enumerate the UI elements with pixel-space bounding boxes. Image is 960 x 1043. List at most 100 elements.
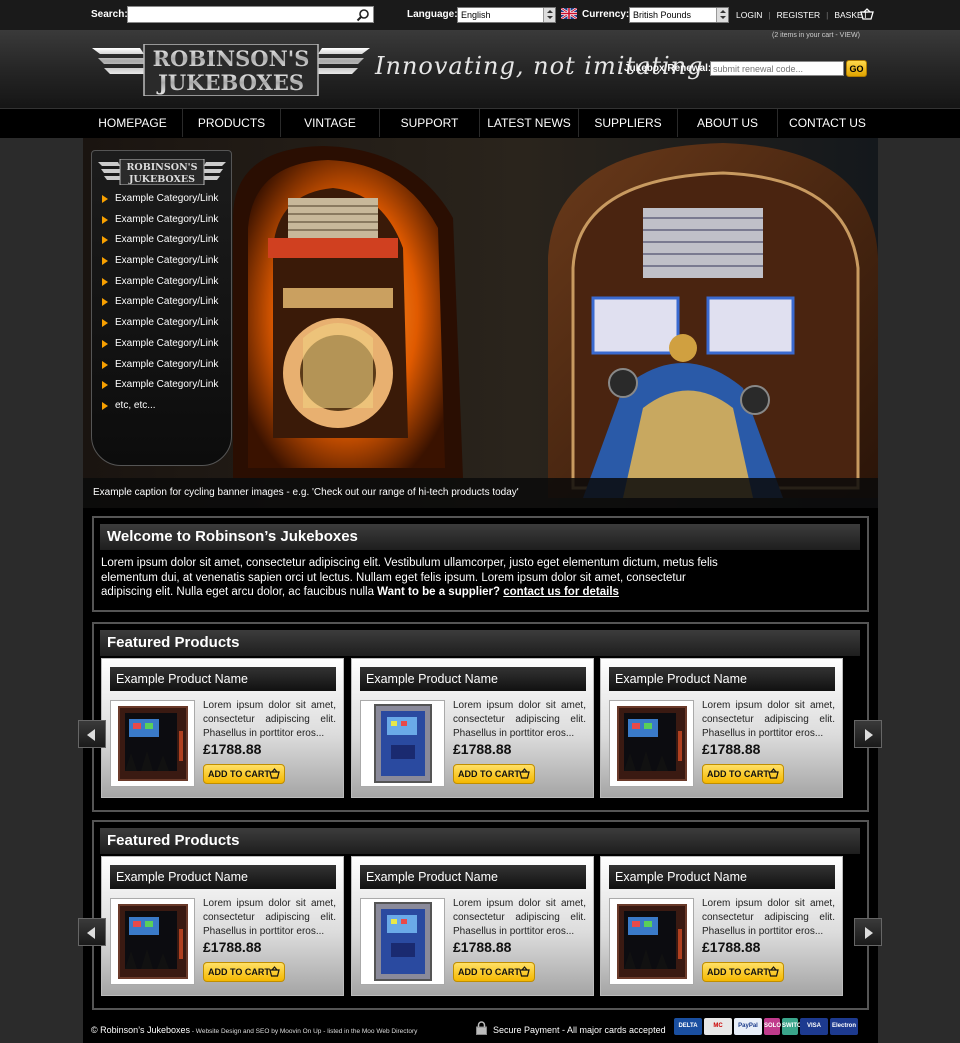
- category-link[interactable]: Example Category/Link: [102, 276, 218, 297]
- select-arrows-icon: [716, 8, 728, 22]
- basket-icon: [768, 768, 779, 779]
- search-input[interactable]: [128, 7, 353, 22]
- add-to-cart-button[interactable]: ADD TO CART: [453, 962, 535, 982]
- supplier-prompt: Want to be a supplier?: [377, 586, 501, 598]
- product-card[interactable]: Example Product Name Lorem ipsum dolor s…: [351, 658, 594, 798]
- currency-select[interactable]: British Pounds: [629, 7, 729, 23]
- product-image[interactable]: [360, 898, 445, 985]
- chevron-left-icon: [87, 927, 95, 939]
- carousel-next-button[interactable]: [854, 918, 882, 946]
- category-link[interactable]: Example Category/Link: [102, 193, 218, 214]
- switch-card-icon: SWITCH: [782, 1018, 806, 1035]
- cart-summary[interactable]: (2 items in your cart - VIEW): [772, 32, 860, 39]
- product-card[interactable]: Example Product Name Lorem ipsum dolor s…: [600, 856, 843, 996]
- banner-caption: Example caption for cycling banner image…: [83, 478, 878, 508]
- basket-icon[interactable]: [860, 8, 874, 20]
- add-to-cart-button[interactable]: ADD TO CART: [453, 764, 535, 784]
- add-to-cart-button[interactable]: ADD TO CART: [702, 764, 784, 784]
- category-label: Example Category/Link: [115, 193, 219, 204]
- sidebar-logo: ROBINSON'S JUKEBOXES: [98, 159, 226, 185]
- category-link[interactable]: Example Category/Link: [102, 338, 218, 359]
- renewal-code-input[interactable]: [710, 61, 844, 76]
- product-image[interactable]: [110, 898, 195, 985]
- contact-details-link[interactable]: contact us for details: [503, 586, 619, 598]
- nav-about-us[interactable]: ABOUT US: [678, 109, 778, 137]
- nav-homepage[interactable]: HOMEPAGE: [83, 109, 183, 137]
- nav-contact-us[interactable]: CONTACT US: [778, 109, 877, 137]
- mastercard-icon: MC: [704, 1018, 732, 1035]
- product-card[interactable]: Example Product Name Lorem ipsum dolor s…: [351, 856, 594, 996]
- product-card[interactable]: Example Product Name Lorem ipsum dolor s…: [600, 658, 843, 798]
- product-price: £1788.88: [702, 741, 761, 757]
- product-name[interactable]: Example Product Name: [360, 667, 586, 691]
- category-link-more[interactable]: etc, etc...: [102, 400, 218, 421]
- product-name[interactable]: Example Product Name: [609, 667, 835, 691]
- search-icon[interactable]: [356, 8, 370, 22]
- product-image[interactable]: [609, 700, 694, 787]
- chevron-right-icon: [865, 729, 873, 741]
- currency-select-value: British Pounds: [633, 10, 692, 20]
- category-link[interactable]: Example Category/Link: [102, 379, 218, 400]
- divider: |: [826, 10, 829, 20]
- site-footer: © Robinson’s Jukeboxes - Website Design …: [83, 1014, 878, 1043]
- hero-banner[interactable]: ROBINSON'S JUKEBOXES Example Category/Li…: [83, 138, 878, 508]
- product-image[interactable]: [609, 898, 694, 985]
- visa-card-icon: VISA: [800, 1018, 828, 1035]
- blue-jukebox-image: [374, 704, 432, 783]
- arrow-right-icon: [102, 215, 108, 224]
- search-label: Search:: [91, 9, 128, 20]
- carousel-prev-button[interactable]: [78, 720, 106, 748]
- carousel-prev-button[interactable]: [78, 918, 106, 946]
- footer-credits[interactable]: - Website Design and SEO by Moovin On Up…: [190, 1028, 418, 1035]
- language-label: Language:: [407, 9, 458, 20]
- product-name[interactable]: Example Product Name: [110, 667, 336, 691]
- renewal-go-button[interactable]: GO: [846, 60, 867, 77]
- logo-line-1: ROBINSON'S: [153, 46, 310, 71]
- product-price: £1788.88: [203, 939, 262, 955]
- product-description: Lorem ipsum dolor sit amet, consectetur …: [702, 898, 835, 937]
- search-field[interactable]: [127, 6, 374, 23]
- arrow-right-icon: [102, 257, 108, 266]
- language-select-value: English: [461, 10, 491, 20]
- nav-vintage[interactable]: VINTAGE: [281, 109, 380, 137]
- category-link[interactable]: Example Category/Link: [102, 214, 218, 235]
- product-card[interactable]: Example Product Name Lorem ipsum dolor s…: [101, 856, 344, 996]
- product-card[interactable]: Example Product Name Lorem ipsum dolor s…: [101, 658, 344, 798]
- login-link[interactable]: LOGIN: [736, 10, 762, 20]
- add-to-cart-label: ADD TO CART: [707, 967, 769, 977]
- currency-label: Currency:: [582, 9, 630, 20]
- carousel-next-button[interactable]: [854, 720, 882, 748]
- nav-support[interactable]: SUPPORT: [380, 109, 480, 137]
- product-description: Lorem ipsum dolor sit amet, consectetur …: [453, 700, 586, 739]
- site-logo[interactable]: ROBINSON'S JUKEBOXES: [92, 44, 370, 96]
- nav-products[interactable]: PRODUCTS: [183, 109, 281, 137]
- main-content: ROBINSON'S JUKEBOXES Example Category/Li…: [83, 138, 878, 1043]
- category-label: etc, etc...: [115, 399, 156, 411]
- add-to-cart-button[interactable]: ADD TO CART: [203, 764, 285, 784]
- category-link[interactable]: Example Category/Link: [102, 359, 218, 380]
- add-to-cart-button[interactable]: ADD TO CART: [203, 962, 285, 982]
- nav-latest-news[interactable]: LATEST NEWS: [480, 109, 579, 137]
- product-image[interactable]: [360, 700, 445, 787]
- product-name[interactable]: Example Product Name: [110, 865, 336, 889]
- product-image[interactable]: [110, 700, 195, 787]
- payment-cards: DELTA MC PayPal SOLO SWITCH VISA Electro…: [674, 1018, 858, 1035]
- category-link[interactable]: Example Category/Link: [102, 296, 218, 317]
- product-name[interactable]: Example Product Name: [609, 865, 835, 889]
- category-link[interactable]: Example Category/Link: [102, 234, 218, 255]
- product-name[interactable]: Example Product Name: [360, 865, 586, 889]
- language-select[interactable]: English: [457, 7, 556, 23]
- dark-jukebox-image: [118, 706, 188, 781]
- category-sidebar: ROBINSON'S JUKEBOXES Example Category/Li…: [91, 150, 232, 466]
- register-link[interactable]: REGISTER: [777, 10, 820, 20]
- category-label: Example Category/Link: [115, 379, 219, 391]
- welcome-text: Lorem ipsum dolor sit amet, consectetur …: [101, 556, 726, 600]
- arrow-right-icon: [102, 319, 108, 328]
- category-link[interactable]: Example Category/Link: [102, 317, 218, 338]
- category-link[interactable]: Example Category/Link: [102, 255, 218, 276]
- main-nav: HOMEPAGE PRODUCTS VINTAGE SUPPORT LATEST…: [0, 108, 960, 138]
- featured-products-section: Featured Products Example Product Name L…: [92, 820, 869, 1010]
- add-to-cart-button[interactable]: ADD TO CART: [702, 962, 784, 982]
- arrow-right-icon: [102, 401, 108, 410]
- nav-suppliers[interactable]: SUPPLIERS: [579, 109, 678, 137]
